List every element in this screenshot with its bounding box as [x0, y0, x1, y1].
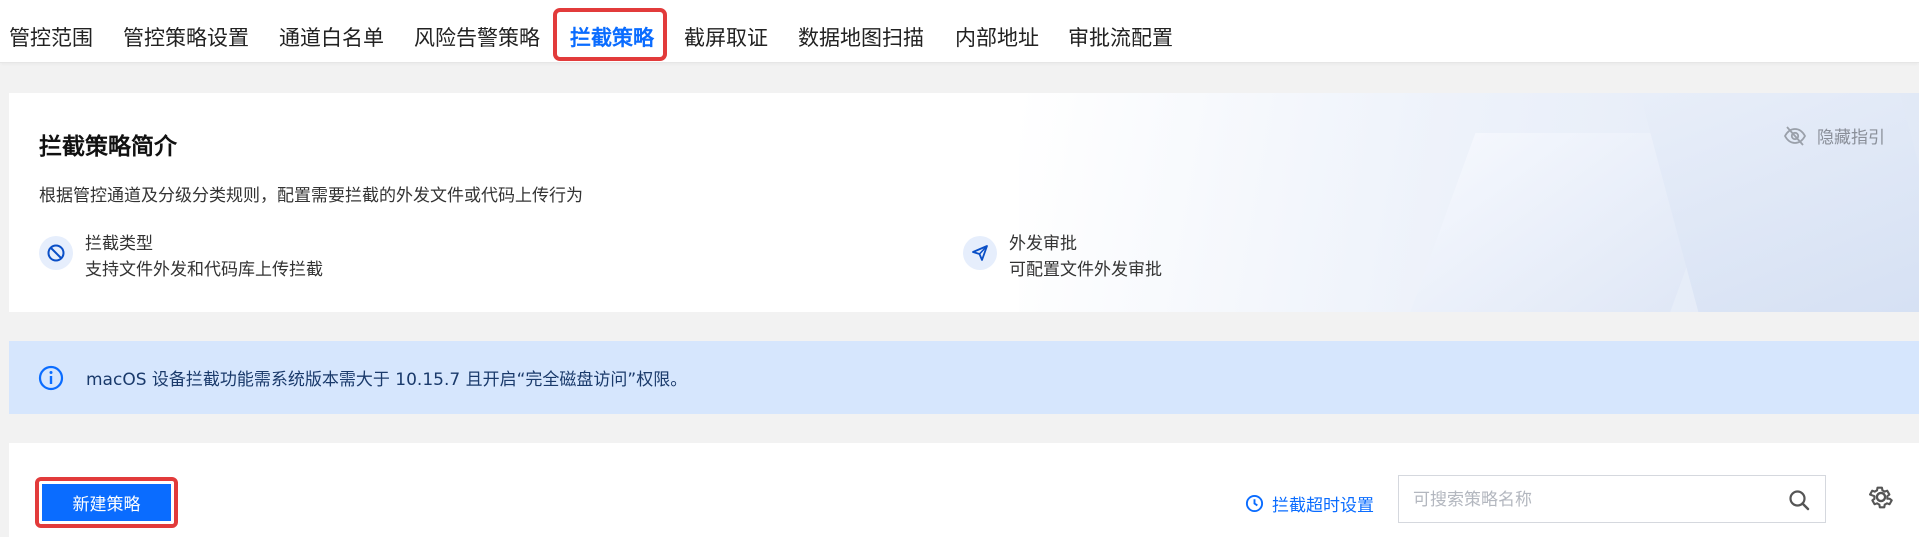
info-icon [38, 365, 64, 390]
feature-intercept-type: 拦截类型 支持文件外发和代码库上传拦截 [39, 231, 323, 283]
tab-intercept-policy[interactable]: 拦截策略 [570, 0, 654, 62]
timeout-link-label: 拦截超时设置 [1272, 495, 1374, 516]
top-tab-bar: 管控范围 管控策略设置 通道白名单 风险告警策略 拦截策略 截屏取证 数据地图扫… [0, 0, 1919, 63]
tab-risk-alert-policy[interactable]: 风险告警策略 [414, 0, 540, 62]
feature-title: 外发审批 [1009, 234, 1077, 254]
notice-text: macOS 设备拦截功能需系统版本需大于 10.15.7 且开启“完全磁盘访问”… [86, 370, 688, 390]
feature-desc: 可配置文件外发审批 [1009, 260, 1162, 280]
macos-notice-banner: macOS 设备拦截功能需系统版本需大于 10.15.7 且开启“完全磁盘访问”… [9, 341, 1919, 414]
search-icon[interactable] [1787, 488, 1811, 512]
policy-search-box [1398, 475, 1826, 524]
gear-icon[interactable] [1867, 483, 1895, 511]
tab-internal-address[interactable]: 内部地址 [955, 0, 1039, 62]
tab-data-map-scan[interactable]: 数据地图扫描 [798, 0, 924, 62]
hide-guide-label: 隐藏指引 [1817, 128, 1885, 148]
new-policy-button-highlight: 新建策略 [35, 477, 178, 528]
tab-channel-whitelist[interactable]: 通道白名单 [279, 0, 384, 62]
tab-control-scope[interactable]: 管控范围 [9, 0, 93, 62]
policy-search-input[interactable] [1399, 476, 1775, 524]
intercept-timeout-settings-link[interactable]: 拦截超时设置 [1245, 483, 1374, 523]
tab-screenshot-evidence[interactable]: 截屏取证 [684, 0, 768, 62]
block-icon [39, 236, 73, 270]
intro-description: 根据管控通道及分级分类规则，配置需要拦截的外发文件或代码上传行为 [39, 186, 583, 206]
policy-toolbar: 新建策略 拦截超时设置 [9, 443, 1919, 537]
hide-guide-button[interactable]: 隐藏指引 [1783, 123, 1885, 148]
tab-approval-flow[interactable]: 审批流配置 [1068, 0, 1173, 62]
feature-desc: 支持文件外发和代码库上传拦截 [85, 260, 323, 280]
send-icon [963, 236, 997, 270]
feature-title: 拦截类型 [85, 234, 153, 254]
intro-card: 拦截策略简介 根据管控通道及分级分类规则，配置需要拦截的外发文件或代码上传行为 … [9, 93, 1919, 312]
feature-outgoing-approval: 外发审批 可配置文件外发审批 [963, 231, 1162, 283]
new-policy-button[interactable]: 新建策略 [42, 484, 171, 521]
tab-control-policy[interactable]: 管控策略设置 [123, 0, 249, 62]
clock-icon [1245, 494, 1264, 512]
intro-title: 拦截策略简介 [39, 134, 177, 160]
eye-off-icon [1783, 125, 1807, 146]
